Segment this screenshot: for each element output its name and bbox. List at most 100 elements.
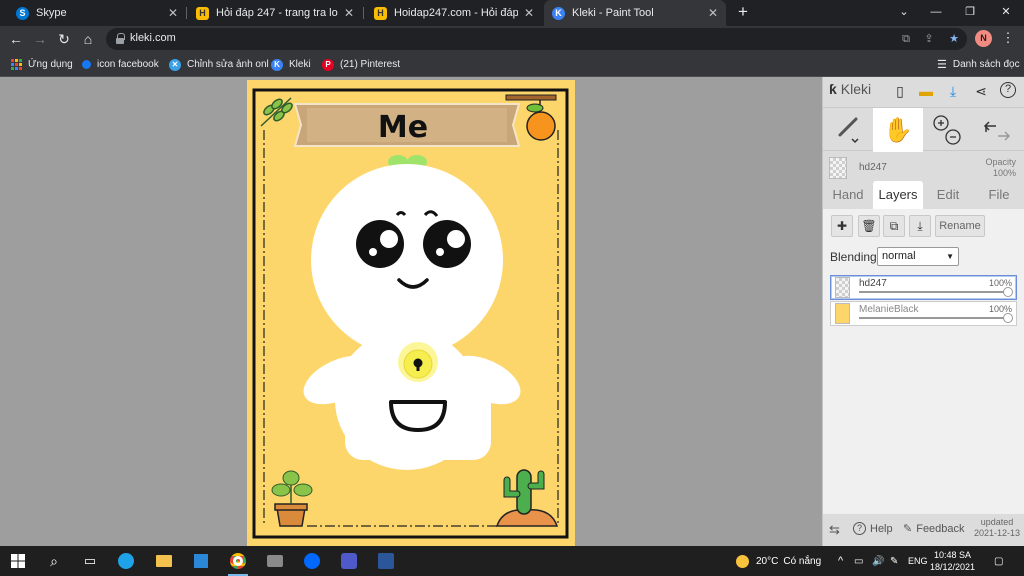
- tab-edit[interactable]: Edit: [923, 181, 973, 209]
- help-icon: ?: [853, 522, 866, 535]
- photo-editor-icon: ✕: [169, 58, 181, 71]
- character-pocket: [389, 400, 447, 432]
- share-icon[interactable]: ⇪: [921, 31, 937, 47]
- layer-item-hd247[interactable]: hd247 100%: [830, 275, 1017, 300]
- clock[interactable]: 10:48 SA 18/12/2021: [930, 549, 975, 573]
- close-icon[interactable]: ✕: [168, 6, 178, 20]
- close-icon[interactable]: ✕: [708, 6, 718, 20]
- layer-opacity-knob[interactable]: [1003, 313, 1013, 323]
- sun-icon: [736, 554, 749, 568]
- home-button[interactable]: ⌂: [78, 29, 98, 49]
- bookmark-apps[interactable]: Ứng dụng: [10, 56, 73, 73]
- language-indicator[interactable]: ENG: [908, 546, 928, 576]
- edge-taskbar-icon[interactable]: [110, 546, 142, 576]
- download-icon[interactable]: ⤓: [944, 82, 962, 100]
- swap-sides-icon[interactable]: ⇆: [829, 522, 840, 538]
- rename-button[interactable]: Rename: [935, 215, 985, 237]
- word-icon[interactable]: [370, 546, 402, 576]
- help-link[interactable]: ? Help: [853, 522, 893, 535]
- weather-text: Có nắng: [783, 555, 822, 567]
- pinterest-icon: P: [322, 58, 334, 71]
- weather-widget[interactable]: 20°C Có nắng: [736, 546, 821, 576]
- back-button[interactable]: ←: [6, 29, 26, 49]
- tab-hoidap247-online[interactable]: H Hoidap247.com - Hỏi đáp online ✕: [366, 0, 542, 26]
- tab-title: Hoidap247.com - Hỏi đáp online: [394, 7, 518, 19]
- maximize-button[interactable]: ❐: [952, 0, 988, 26]
- profile-avatar[interactable]: N: [975, 30, 992, 47]
- close-icon[interactable]: ✕: [524, 6, 534, 20]
- browser-menu-icon[interactable]: ⋮: [1000, 29, 1016, 47]
- open-folder-icon[interactable]: ▬: [917, 82, 935, 100]
- potted-plant-decoration: [271, 470, 313, 527]
- tab-skype[interactable]: S Skype ✕: [8, 0, 186, 26]
- bookmark-label: Kleki: [289, 59, 311, 70]
- drawing-canvas[interactable]: Me: [247, 80, 575, 546]
- pen-icon[interactable]: ✎: [890, 546, 898, 576]
- layer-opacity-slider[interactable]: [859, 317, 1009, 319]
- task-view-icon[interactable]: ▭: [74, 546, 106, 576]
- kleki-header: ƙ Kleki ▯ ▬ ⤓ ⋖ ?: [823, 77, 1024, 104]
- store-icon[interactable]: [185, 546, 217, 576]
- layer-opacity-knob[interactable]: [1003, 287, 1013, 297]
- duplicate-layer-button[interactable]: ⧉: [883, 215, 905, 237]
- layer-item-melanieblack[interactable]: MelanieBlack 100%: [830, 301, 1017, 326]
- help-icon[interactable]: ?: [1000, 82, 1016, 98]
- tab-kleki[interactable]: K Kleki - Paint Tool ✕: [544, 0, 726, 26]
- updated-info[interactable]: updated 2021-12-13: [974, 517, 1020, 539]
- blending-select[interactable]: normal ▼: [877, 247, 959, 266]
- address-bar[interactable]: kleki.com ⧉ ⇪ ★: [106, 28, 967, 50]
- tray-chevron-icon[interactable]: ^: [838, 546, 843, 576]
- kleki-sidebar: ƙ Kleki ▯ ▬ ⤓ ⋖ ? ✋ hd247 Opacity 100% H…: [822, 77, 1024, 546]
- minimize-button[interactable]: —: [918, 0, 954, 26]
- bookmark-pinterest[interactable]: P (21) Pinterest: [322, 56, 400, 73]
- bookmark-photo-editor[interactable]: ✕ Chỉnh sửa ảnh onl: [169, 56, 269, 73]
- new-tab-button[interactable]: +: [733, 2, 753, 22]
- camera-icon[interactable]: [259, 546, 291, 576]
- merge-layer-button[interactable]: ⤓: [909, 215, 931, 237]
- hand-icon: ✋: [883, 116, 913, 144]
- volume-icon[interactable]: 🔊: [872, 546, 884, 576]
- drawing-artwork: Me: [252, 88, 569, 539]
- current-layer-name: hd247: [859, 162, 887, 173]
- tab-hand[interactable]: Hand: [823, 181, 873, 209]
- tab-divider: [186, 7, 187, 19]
- tab-hoidap-247[interactable]: H Hỏi đáp 247 - trang tra loi ✕: [188, 0, 362, 26]
- canvas-workspace[interactable]: Me: [0, 77, 822, 546]
- file-explorer-icon[interactable]: [148, 546, 180, 576]
- facebook-icon: [82, 60, 91, 69]
- close-window-button[interactable]: ✕: [988, 0, 1024, 26]
- reading-list[interactable]: ☰ Danh sách đọc: [937, 56, 1020, 73]
- start-button[interactable]: [2, 546, 34, 576]
- hoidap-icon: H: [374, 6, 387, 20]
- hand-tool[interactable]: ✋: [873, 108, 923, 152]
- network-icon[interactable]: ▭: [854, 546, 863, 576]
- delete-layer-button[interactable]: 🗑: [858, 215, 880, 237]
- kleki-logo-icon: ƙ: [829, 81, 837, 97]
- zalo-icon[interactable]: [296, 546, 328, 576]
- share-icon[interactable]: ⋖: [972, 82, 990, 100]
- search-icon[interactable]: ⌕: [38, 546, 70, 576]
- translate-icon[interactable]: ⧉: [898, 31, 914, 47]
- teams-icon[interactable]: [333, 546, 365, 576]
- notification-icon[interactable]: ▢: [994, 546, 1003, 576]
- zoom-icons: [933, 115, 961, 145]
- chrome-taskbar-icon[interactable]: [222, 546, 254, 576]
- brush-tool[interactable]: [823, 108, 873, 152]
- bookmark-icon-facebook[interactable]: icon facebook: [82, 56, 159, 73]
- tab-layers[interactable]: Layers: [873, 181, 923, 209]
- bookmark-kleki[interactable]: K Kleki: [271, 56, 311, 73]
- reload-button[interactable]: ↻: [54, 29, 74, 49]
- close-icon[interactable]: ✕: [344, 6, 354, 20]
- feedback-link[interactable]: ✎ Feedback: [903, 522, 965, 536]
- new-image-icon[interactable]: ▯: [891, 82, 909, 100]
- add-layer-button[interactable]: ✚: [831, 215, 853, 237]
- forward-button[interactable]: →: [30, 29, 50, 49]
- clock-time: 10:48 SA: [934, 550, 972, 560]
- tab-title: Kleki - Paint Tool: [572, 7, 654, 19]
- bookmarks-bar: Ứng dụng icon facebook ✕ Chỉnh sửa ảnh o…: [0, 52, 1024, 77]
- tab-file[interactable]: File: [973, 181, 1024, 209]
- tab-search-icon[interactable]: ⌄: [886, 0, 922, 26]
- bookmark-star-icon[interactable]: ★: [946, 31, 962, 47]
- layer-opacity-slider[interactable]: [859, 291, 1009, 293]
- panel-tabs: Hand Layers Edit File: [823, 181, 1024, 209]
